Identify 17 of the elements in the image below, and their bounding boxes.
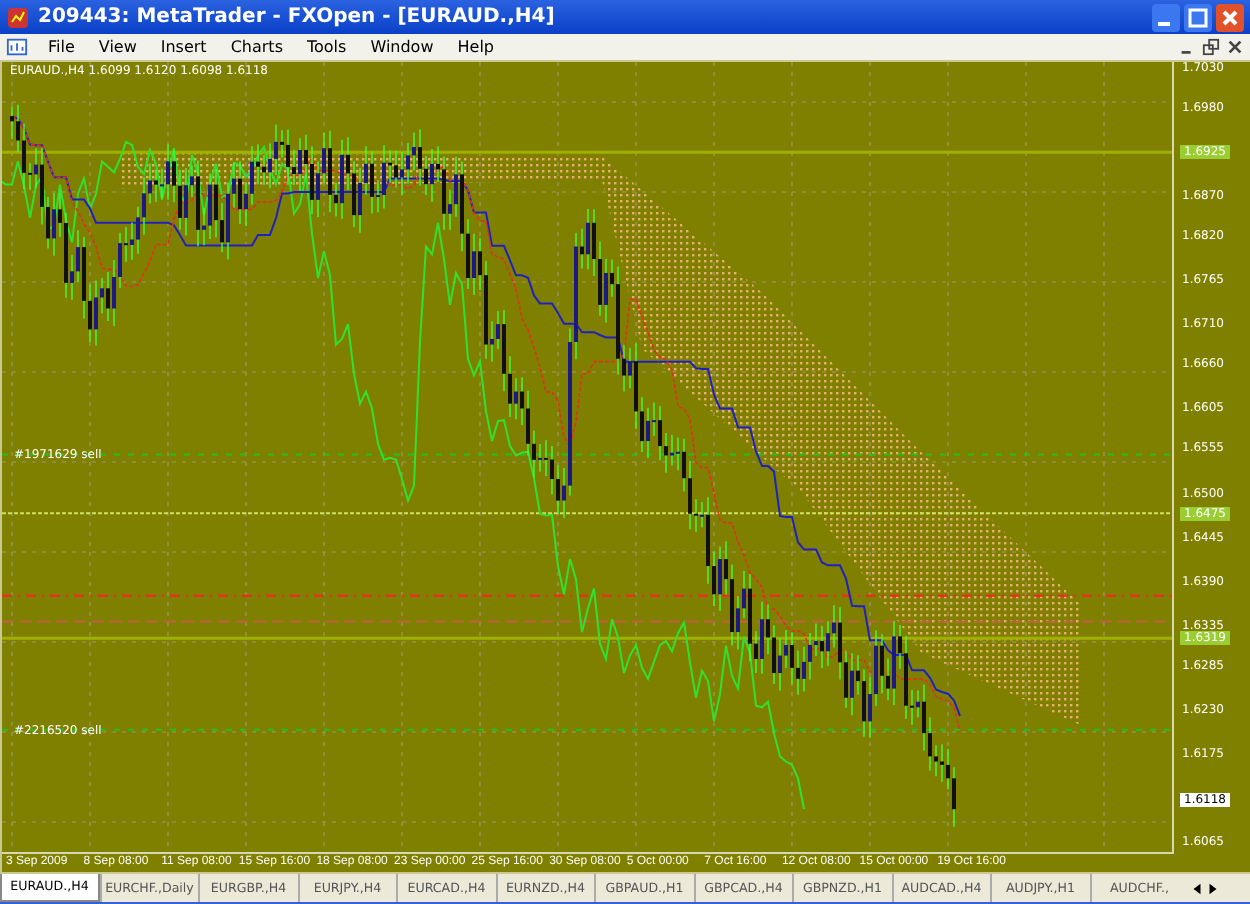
close-icon[interactable] xyxy=(1226,38,1244,56)
menu-item[interactable]: File xyxy=(36,38,87,56)
maximize-icon[interactable] xyxy=(1184,3,1212,31)
app-icon xyxy=(6,5,30,29)
close-icon[interactable] xyxy=(1216,3,1244,31)
menu-item[interactable]: Window xyxy=(358,38,446,56)
menu-item[interactable]: Insert xyxy=(148,38,219,56)
menu-item[interactable]: View xyxy=(86,38,149,56)
scroll-left-icon[interactable] xyxy=(1190,881,1204,895)
menu-item[interactable]: Charts xyxy=(218,38,295,56)
chart-window-icon[interactable] xyxy=(6,36,28,58)
scroll-right-icon[interactable] xyxy=(1206,881,1220,895)
menu-item[interactable]: Help xyxy=(445,38,506,56)
menu-item[interactable]: Tools xyxy=(294,38,359,56)
restore-icon[interactable] xyxy=(1202,38,1220,56)
window-title: 209443: MetaTrader - FXOpen - [EURAUD.,H4] xyxy=(38,6,555,28)
minimize-icon[interactable] xyxy=(1152,3,1180,31)
